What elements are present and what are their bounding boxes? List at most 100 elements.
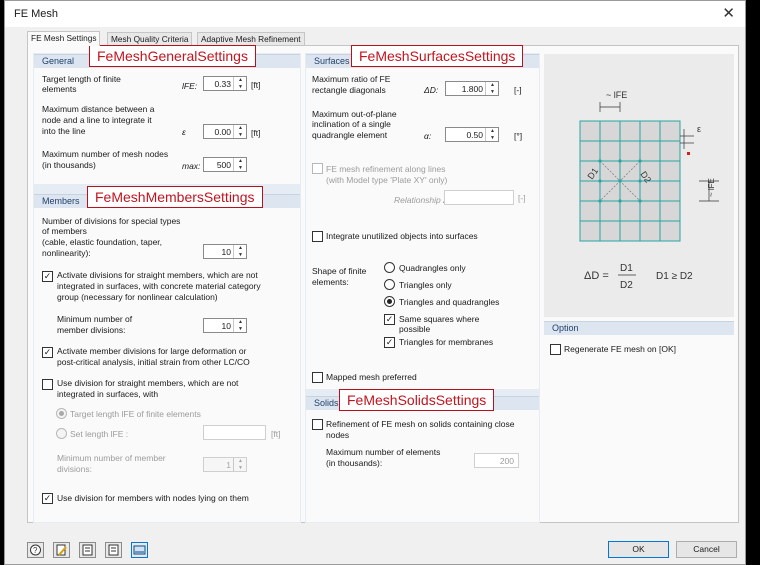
divisions-input[interactable]: 10 ▲ ▼	[203, 244, 247, 259]
max-elements-value: 200	[499, 456, 514, 466]
formula-lhs: ΔD =	[584, 270, 609, 282]
triangles-membranes-checkbox[interactable]: ✓	[384, 337, 395, 348]
spin-down-icon[interactable]: ▼	[234, 252, 247, 259]
spinner[interactable]: ▲ ▼	[233, 245, 246, 258]
triangles-only-radio[interactable]	[384, 279, 395, 290]
lfe-symbol: lFE:	[182, 81, 198, 91]
same-squares-checkbox[interactable]: ✓	[384, 314, 395, 325]
activate-straight-checkbox[interactable]: ✓	[42, 271, 53, 282]
refinement-lines-checkbox[interactable]	[312, 163, 323, 174]
help-icon: ?	[30, 544, 41, 556]
quadrangles-only-radio[interactable]	[384, 262, 395, 273]
max-nodes-input[interactable]: 500 ▲ ▼	[203, 157, 247, 172]
edit-button[interactable]	[53, 542, 70, 558]
node-marker-icon	[687, 152, 690, 155]
tab-mesh-quality-criteria[interactable]: Mesh Quality Criteria	[107, 32, 193, 45]
max-elements-input[interactable]: 200	[474, 453, 519, 468]
min-divisions-input[interactable]: 10 ▲ ▼	[203, 318, 247, 333]
regenerate-label: Regenerate FE mesh on [OK]	[564, 344, 676, 354]
diagram-panel: ~ lFE ε ~ lFE D1 D2 ΔD = D1 D2 D1 ≥ D2	[544, 54, 734, 317]
cancel-button[interactable]: Cancel	[676, 541, 737, 558]
epsilon-label: ε	[697, 124, 701, 134]
activate-large-label-2: post-critical analysis, initial strain f…	[57, 357, 250, 367]
spinner[interactable]: ▲ ▼	[485, 82, 498, 95]
mapped-mesh-checkbox[interactable]	[312, 372, 323, 383]
lfe-side-label: ~ lFE	[707, 178, 716, 197]
max-ratio-input[interactable]: 1.800 ▲ ▼	[445, 81, 499, 96]
activate-large-label: Activate member divisions for large defo…	[57, 346, 247, 356]
ok-button[interactable]: OK	[608, 541, 669, 558]
nodes-on-them-label: Use division for members with nodes lyin…	[57, 493, 249, 503]
activate-large-checkbox[interactable]: ✓	[42, 347, 53, 358]
nodes-on-them-checkbox[interactable]: ✓	[42, 493, 53, 504]
solids-refinement-label-2: nodes	[326, 430, 350, 440]
out-of-plane-label-2: inclination of a single	[312, 119, 391, 129]
edit-icon	[56, 544, 67, 556]
help-button[interactable]: ?	[27, 542, 44, 558]
refinement-lines-label-2: (with Model type 'Plate XY' only)	[326, 175, 448, 185]
relationship-input[interactable]	[444, 190, 514, 205]
integrate-unutilized-checkbox[interactable]	[312, 231, 323, 242]
regenerate-checkbox[interactable]	[550, 344, 561, 355]
quadrangles-only-label: Quadrangles only	[399, 263, 466, 273]
target-length-value: 0.33	[214, 79, 231, 89]
epsilon-symbol: ε	[182, 127, 186, 137]
spin-down-icon[interactable]: ▼	[486, 89, 499, 96]
members-panel: Members Number of divisions for special …	[34, 194, 300, 522]
min-divisions-disabled-label: Minimum number of member	[57, 453, 166, 463]
target-length-input[interactable]: 0.33 ▲ ▼	[203, 76, 247, 91]
spinner[interactable]: ▲ ▼	[233, 158, 246, 171]
spinner[interactable]: ▲ ▼	[233, 77, 246, 90]
target-length-radio-label: Target length lFE of finite elements	[70, 409, 201, 419]
spin-down-icon[interactable]: ▼	[234, 165, 247, 172]
spinner[interactable]: ▲ ▼	[233, 125, 246, 138]
solids-refinement-checkbox[interactable]	[312, 419, 323, 430]
export-icon	[108, 544, 119, 556]
set-length-input[interactable]	[203, 425, 266, 440]
set-length-radio[interactable]	[56, 428, 67, 439]
solids-callout: FeMeshSolidsSettings	[339, 389, 495, 411]
import-button[interactable]	[79, 542, 96, 558]
spinner[interactable]: ▲ ▼	[233, 319, 246, 332]
export-button[interactable]	[105, 542, 122, 558]
max-distance-input[interactable]: 0.00 ▲ ▼	[203, 124, 247, 139]
lfe-top-label: ~ lFE	[606, 90, 627, 100]
shape-label: Shape of finite	[312, 266, 367, 276]
same-squares-label-2: possible	[399, 324, 431, 334]
spin-down-icon[interactable]: ▼	[234, 326, 247, 333]
alpha-symbol: α:	[424, 131, 432, 141]
surfaces-callout: FeMeshSurfacesSettings	[351, 45, 524, 67]
spinner[interactable]: ▲ ▼	[485, 128, 498, 141]
import-icon	[82, 544, 93, 556]
spin-down-icon[interactable]: ▼	[234, 465, 247, 472]
max-ratio-label-2: rectangle diagonals	[312, 85, 386, 95]
divisions-label: Number of divisions for special types	[42, 216, 181, 226]
spin-down-icon[interactable]: ▼	[234, 84, 247, 91]
divisions-label-3: (cable, elastic foundation, taper,	[42, 237, 163, 247]
general-callout: FeMeshGeneralSettings	[89, 45, 256, 67]
target-length-radio[interactable]	[56, 408, 67, 419]
divisions-value: 10	[221, 247, 231, 257]
spin-down-icon[interactable]: ▼	[234, 132, 247, 139]
delta-d-symbol: ΔD:	[424, 85, 439, 95]
activate-straight-label: Activate divisions for straight members,…	[57, 270, 258, 280]
tab-adaptive-mesh-refinement[interactable]: Adaptive Mesh Refinement	[197, 32, 305, 45]
tab-fe-mesh-settings[interactable]: FE Mesh Settings	[27, 31, 101, 46]
use-division-checkbox[interactable]	[42, 379, 53, 390]
spin-down-icon[interactable]: ▼	[486, 135, 499, 142]
units-button[interactable]	[131, 542, 148, 558]
max-symbol: max:	[182, 161, 201, 171]
target-length-label: Target length of finite	[42, 74, 121, 84]
fe-mesh-settings-pane: General Target length of finite elements…	[27, 45, 739, 523]
solids-refinement-label: Refinement of FE mesh on solids containi…	[326, 419, 515, 429]
close-icon[interactable]: ✕	[722, 4, 735, 22]
spinner[interactable]: ▲ ▼	[233, 458, 246, 471]
triangles-and-quadrangles-radio[interactable]	[384, 296, 395, 307]
out-of-plane-input[interactable]: 0.50 ▲ ▼	[445, 127, 499, 142]
option-header: Option	[544, 321, 734, 335]
general-panel: General Target length of finite elements…	[34, 54, 300, 184]
min-divisions-disabled-input[interactable]: 1 ▲ ▼	[203, 457, 247, 472]
target-length-label-2: elements	[42, 84, 77, 94]
mapped-mesh-label: Mapped mesh preferred	[326, 372, 417, 382]
set-length-radio-label: Set length lFE :	[70, 429, 129, 439]
